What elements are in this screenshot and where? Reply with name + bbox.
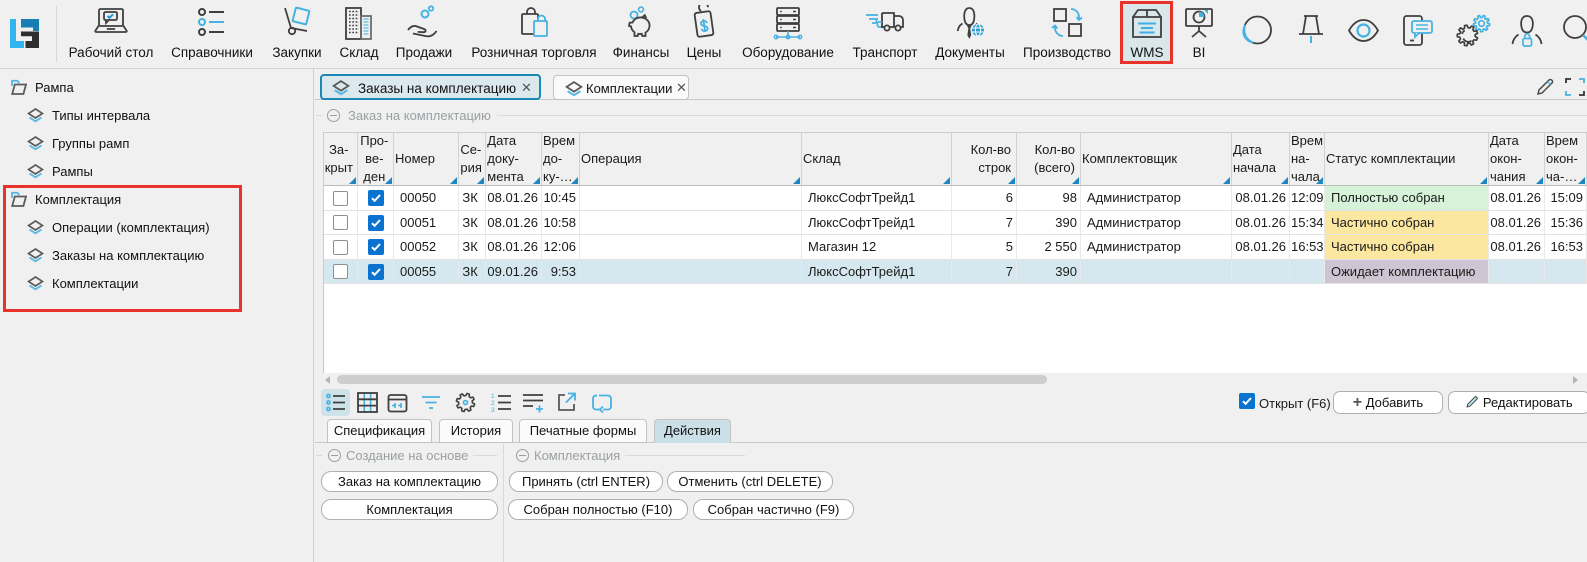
svg-text:3: 3 [491, 407, 495, 413]
svg-text:1: 1 [491, 393, 495, 400]
svg-text:2: 2 [491, 400, 495, 407]
